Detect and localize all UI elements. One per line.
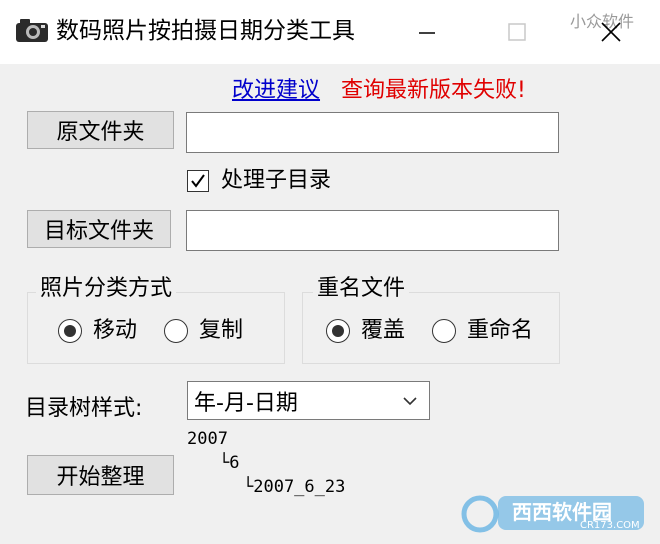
tree-style-select[interactable]: 年-月-日期 (187, 381, 430, 420)
target-folder-input[interactable] (186, 210, 559, 251)
radio-overwrite[interactable] (326, 319, 350, 343)
chevron-down-icon (403, 397, 417, 406)
radio-rename[interactable] (432, 319, 456, 343)
tree-preview-line2: └6 (219, 453, 240, 473)
tree-style-value: 年-月-日期 (194, 390, 298, 416)
radio-copy[interactable] (164, 319, 188, 343)
subdir-label: 处理子目录 (221, 168, 332, 193)
checkmark-icon (191, 174, 205, 188)
suggest-link[interactable]: 改进建议 (232, 72, 320, 104)
radio-overwrite-label: 覆盖 (361, 318, 406, 343)
radio-rename-label: 重命名 (467, 318, 534, 343)
watermark-bottom: 西西软件园 CR173.COM (460, 492, 650, 536)
close-icon (601, 22, 621, 42)
watermark-bottom-sub: CR173.COM (580, 520, 640, 531)
tree-preview-line3: └2007_6_23 (243, 477, 346, 497)
source-folder-button[interactable]: 原文件夹 (27, 111, 174, 149)
radio-move-label: 移动 (93, 318, 138, 343)
classify-group-title: 照片分类方式 (36, 274, 177, 304)
rename-group-title: 重名文件 (313, 274, 410, 304)
window-title: 数码照片按拍摄日期分类工具 (56, 18, 355, 44)
tree-style-label: 目录树样式: (25, 396, 143, 421)
radio-copy-label: 复制 (199, 318, 244, 343)
tree-preview-line1: 2007 (187, 429, 228, 449)
start-button[interactable]: 开始整理 (27, 455, 174, 495)
target-folder-button[interactable]: 目标文件夹 (27, 210, 171, 248)
radio-move[interactable] (58, 319, 82, 343)
maximize-button[interactable] (494, 12, 540, 52)
camera-icon (14, 16, 50, 44)
close-button[interactable] (588, 12, 634, 52)
subdir-checkbox[interactable] (187, 170, 209, 192)
update-status: 查询最新版本失败! (341, 78, 526, 103)
maximize-icon (508, 23, 526, 41)
source-folder-input[interactable] (186, 112, 559, 153)
minimize-button[interactable] (404, 12, 450, 52)
minimize-icon (419, 32, 435, 34)
